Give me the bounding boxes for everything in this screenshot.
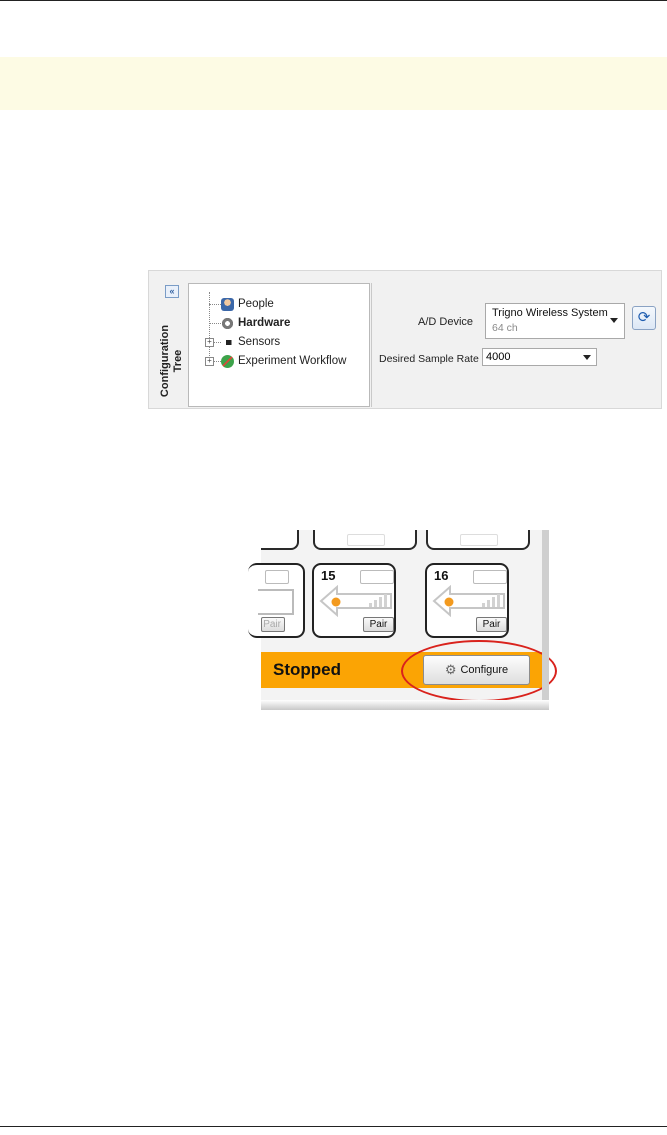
configuration-tree: People Hardware + Sensors + Experiment W…	[188, 283, 370, 407]
sample-rate-dropdown[interactable]: 4000	[482, 348, 597, 366]
status-text: Stopped	[273, 660, 341, 679]
highlight-ellipse	[401, 640, 557, 702]
window-frame-bottom	[261, 700, 549, 710]
battery-slot	[460, 534, 498, 546]
tree-item-experiment-workflow[interactable]: Experiment Workflow	[221, 353, 346, 369]
ad-device-dropdown[interactable]: Trigno Wireless System 64 ch	[485, 303, 625, 339]
sensor-tile: 16 Pair	[425, 563, 509, 638]
arrow-icon	[258, 589, 294, 615]
tree-item-hardware[interactable]: Hardware	[221, 315, 290, 331]
sensor-tile-top	[426, 530, 530, 550]
sensor-tile-top	[313, 530, 417, 550]
pairing-arrow-icon	[319, 585, 392, 617]
window-frame-right	[542, 530, 549, 710]
footer-rule	[0, 1126, 667, 1127]
tree-item-label: People	[238, 298, 274, 310]
sensor-icon	[221, 339, 234, 345]
panel-divider	[371, 283, 372, 407]
tree-guide-line	[209, 304, 221, 305]
person-icon	[221, 297, 234, 311]
ad-device-channels: 64 ch	[492, 322, 518, 334]
note-band	[0, 57, 667, 110]
sample-rate-label: Desired Sample Rate	[379, 353, 479, 365]
refresh-icon: ⟳	[637, 309, 651, 326]
sensor-tile-partial: Pair	[248, 563, 305, 638]
tree-item-sensors[interactable]: Sensors	[221, 334, 280, 350]
pair-button[interactable]: Pair	[476, 617, 507, 632]
expand-workflow-icon[interactable]: +	[205, 357, 214, 366]
battery-icon	[473, 570, 507, 584]
tree-guide-line	[209, 323, 221, 324]
sensor-tile: 15 Pair	[312, 563, 396, 638]
ad-device-label: A/D Device	[418, 316, 474, 328]
chevron-down-icon	[583, 355, 591, 360]
pair-button[interactable]: Pair	[363, 617, 394, 632]
sensor-number: 15	[321, 568, 336, 583]
gear-icon	[221, 316, 234, 330]
configuration-tree-tab[interactable]: Configuration Tree	[157, 315, 187, 407]
sensor-number: 16	[434, 568, 449, 583]
workflow-icon	[221, 354, 234, 368]
ad-device-value: Trigno Wireless System	[492, 307, 608, 319]
tree-item-people[interactable]: People	[221, 296, 274, 312]
refresh-devices-button[interactable]: ⟳	[632, 306, 656, 330]
sample-rate-value: 4000	[486, 351, 511, 363]
tree-guide-line	[209, 292, 210, 362]
sensor-tile-partial-top	[261, 530, 299, 550]
configuration-screenshot: « Configuration Tree People Hardware + S…	[148, 270, 662, 409]
tree-item-label: Experiment Workflow	[238, 355, 347, 367]
pair-button[interactable]: Pair	[261, 617, 285, 632]
pairing-arrow-icon	[432, 585, 505, 617]
chevron-down-icon	[610, 318, 618, 323]
tree-item-label: Hardware	[238, 317, 291, 329]
battery-icon	[265, 570, 289, 584]
expand-sensors-icon[interactable]: +	[205, 338, 214, 347]
tree-item-label: Sensors	[238, 336, 281, 348]
battery-icon	[360, 570, 394, 584]
configuration-tree-tab-label: Configuration Tree	[159, 324, 184, 398]
battery-slot	[347, 534, 385, 546]
collapse-panel-button[interactable]: «	[165, 285, 179, 298]
header-rule	[0, 0, 667, 1]
